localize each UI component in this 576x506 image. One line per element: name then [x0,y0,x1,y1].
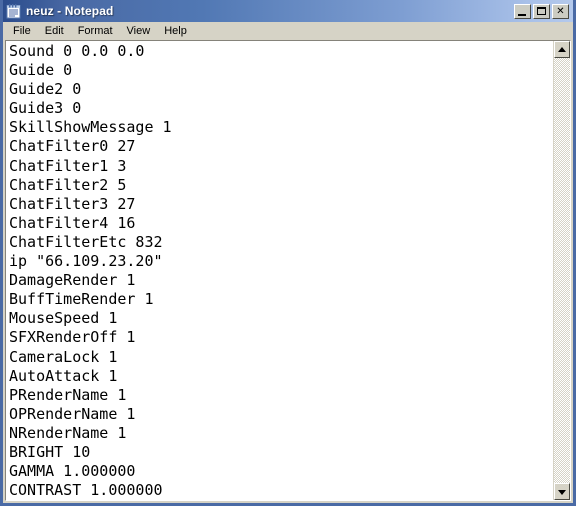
menu-item-edit[interactable]: Edit [38,24,71,39]
editor-line: BuffTimeRender 1 [9,290,154,309]
title-bar[interactable]: neuz - Notepad ✕ [3,0,573,22]
scroll-up-button[interactable] [554,41,570,58]
window-title: neuz - Notepad [26,4,114,18]
editor-line: SFXRenderOff 1 [9,328,136,347]
menu-item-file[interactable]: File [6,24,38,39]
maximize-icon [537,6,546,15]
editor-line: ChatFilterEtc 832 [9,232,163,251]
minimize-icon [518,13,526,16]
scroll-down-button[interactable] [554,483,570,501]
scroll-up-arrow-icon [558,46,566,52]
editor-frame: Sound 0 0.0 0.0 Guide 0 Guide2 0 Guide3 … [5,40,571,502]
menu-bar: File Edit Format View Help [3,22,573,40]
scroll-down-arrow-icon [558,489,566,495]
editor-line: ChatFilter0 27 [9,137,136,156]
editor-line: ChatFilter3 27 [9,194,136,213]
text-editor[interactable]: Sound 0 0.0 0.0 Guide 0 Guide2 0 Guide3 … [6,41,553,501]
menu-item-view[interactable]: View [120,24,158,39]
editor-line: Guide2 0 [9,80,82,99]
editor-line: ChatFilter4 16 [9,213,136,232]
editor-line: Sound 0 0.0 0.0 [9,42,145,60]
scrollbar-track[interactable] [554,58,570,483]
editor-line: NRenderName 1 [9,423,127,442]
client-area: Sound 0 0.0 0.0 Guide 0 Guide2 0 Guide3 … [3,40,573,504]
vertical-scrollbar[interactable] [553,41,570,501]
minimize-button[interactable] [514,3,531,19]
editor-line: DamageRender 1 [9,271,136,290]
editor-line: ip "66.109.23.20" [9,252,163,271]
notepad-window: neuz - Notepad ✕ File Edit Format View H… [0,0,576,506]
notepad-icon [6,3,22,19]
editor-line: ChatFilter2 5 [9,175,127,194]
editor-line: CameraLock 1 [9,347,118,366]
editor-line: Guide3 0 [9,99,82,118]
editor-line: PRenderName 1 [9,385,127,404]
editor-line: SkillShowMessage 1 [9,118,172,137]
editor-line: BRIGHT 10 [9,442,91,461]
close-button[interactable]: ✕ [552,3,569,19]
window-controls: ✕ [514,3,571,19]
editor-line: CONTRAST 1.000000 [9,481,163,500]
maximize-button[interactable] [533,3,550,19]
editor-line: OPRenderName 1 [9,404,136,423]
editor-line: Guide 0 [9,61,73,80]
editor-line: MouseSpeed 1 [9,309,118,328]
close-icon: ✕ [556,5,565,17]
menu-item-format[interactable]: Format [71,24,120,39]
menu-item-help[interactable]: Help [157,24,194,39]
editor-line: ChatFilter1 3 [9,156,127,175]
editor-line: AutoAttack 1 [9,366,118,385]
editor-line: GAMMA 1.000000 [9,462,136,481]
